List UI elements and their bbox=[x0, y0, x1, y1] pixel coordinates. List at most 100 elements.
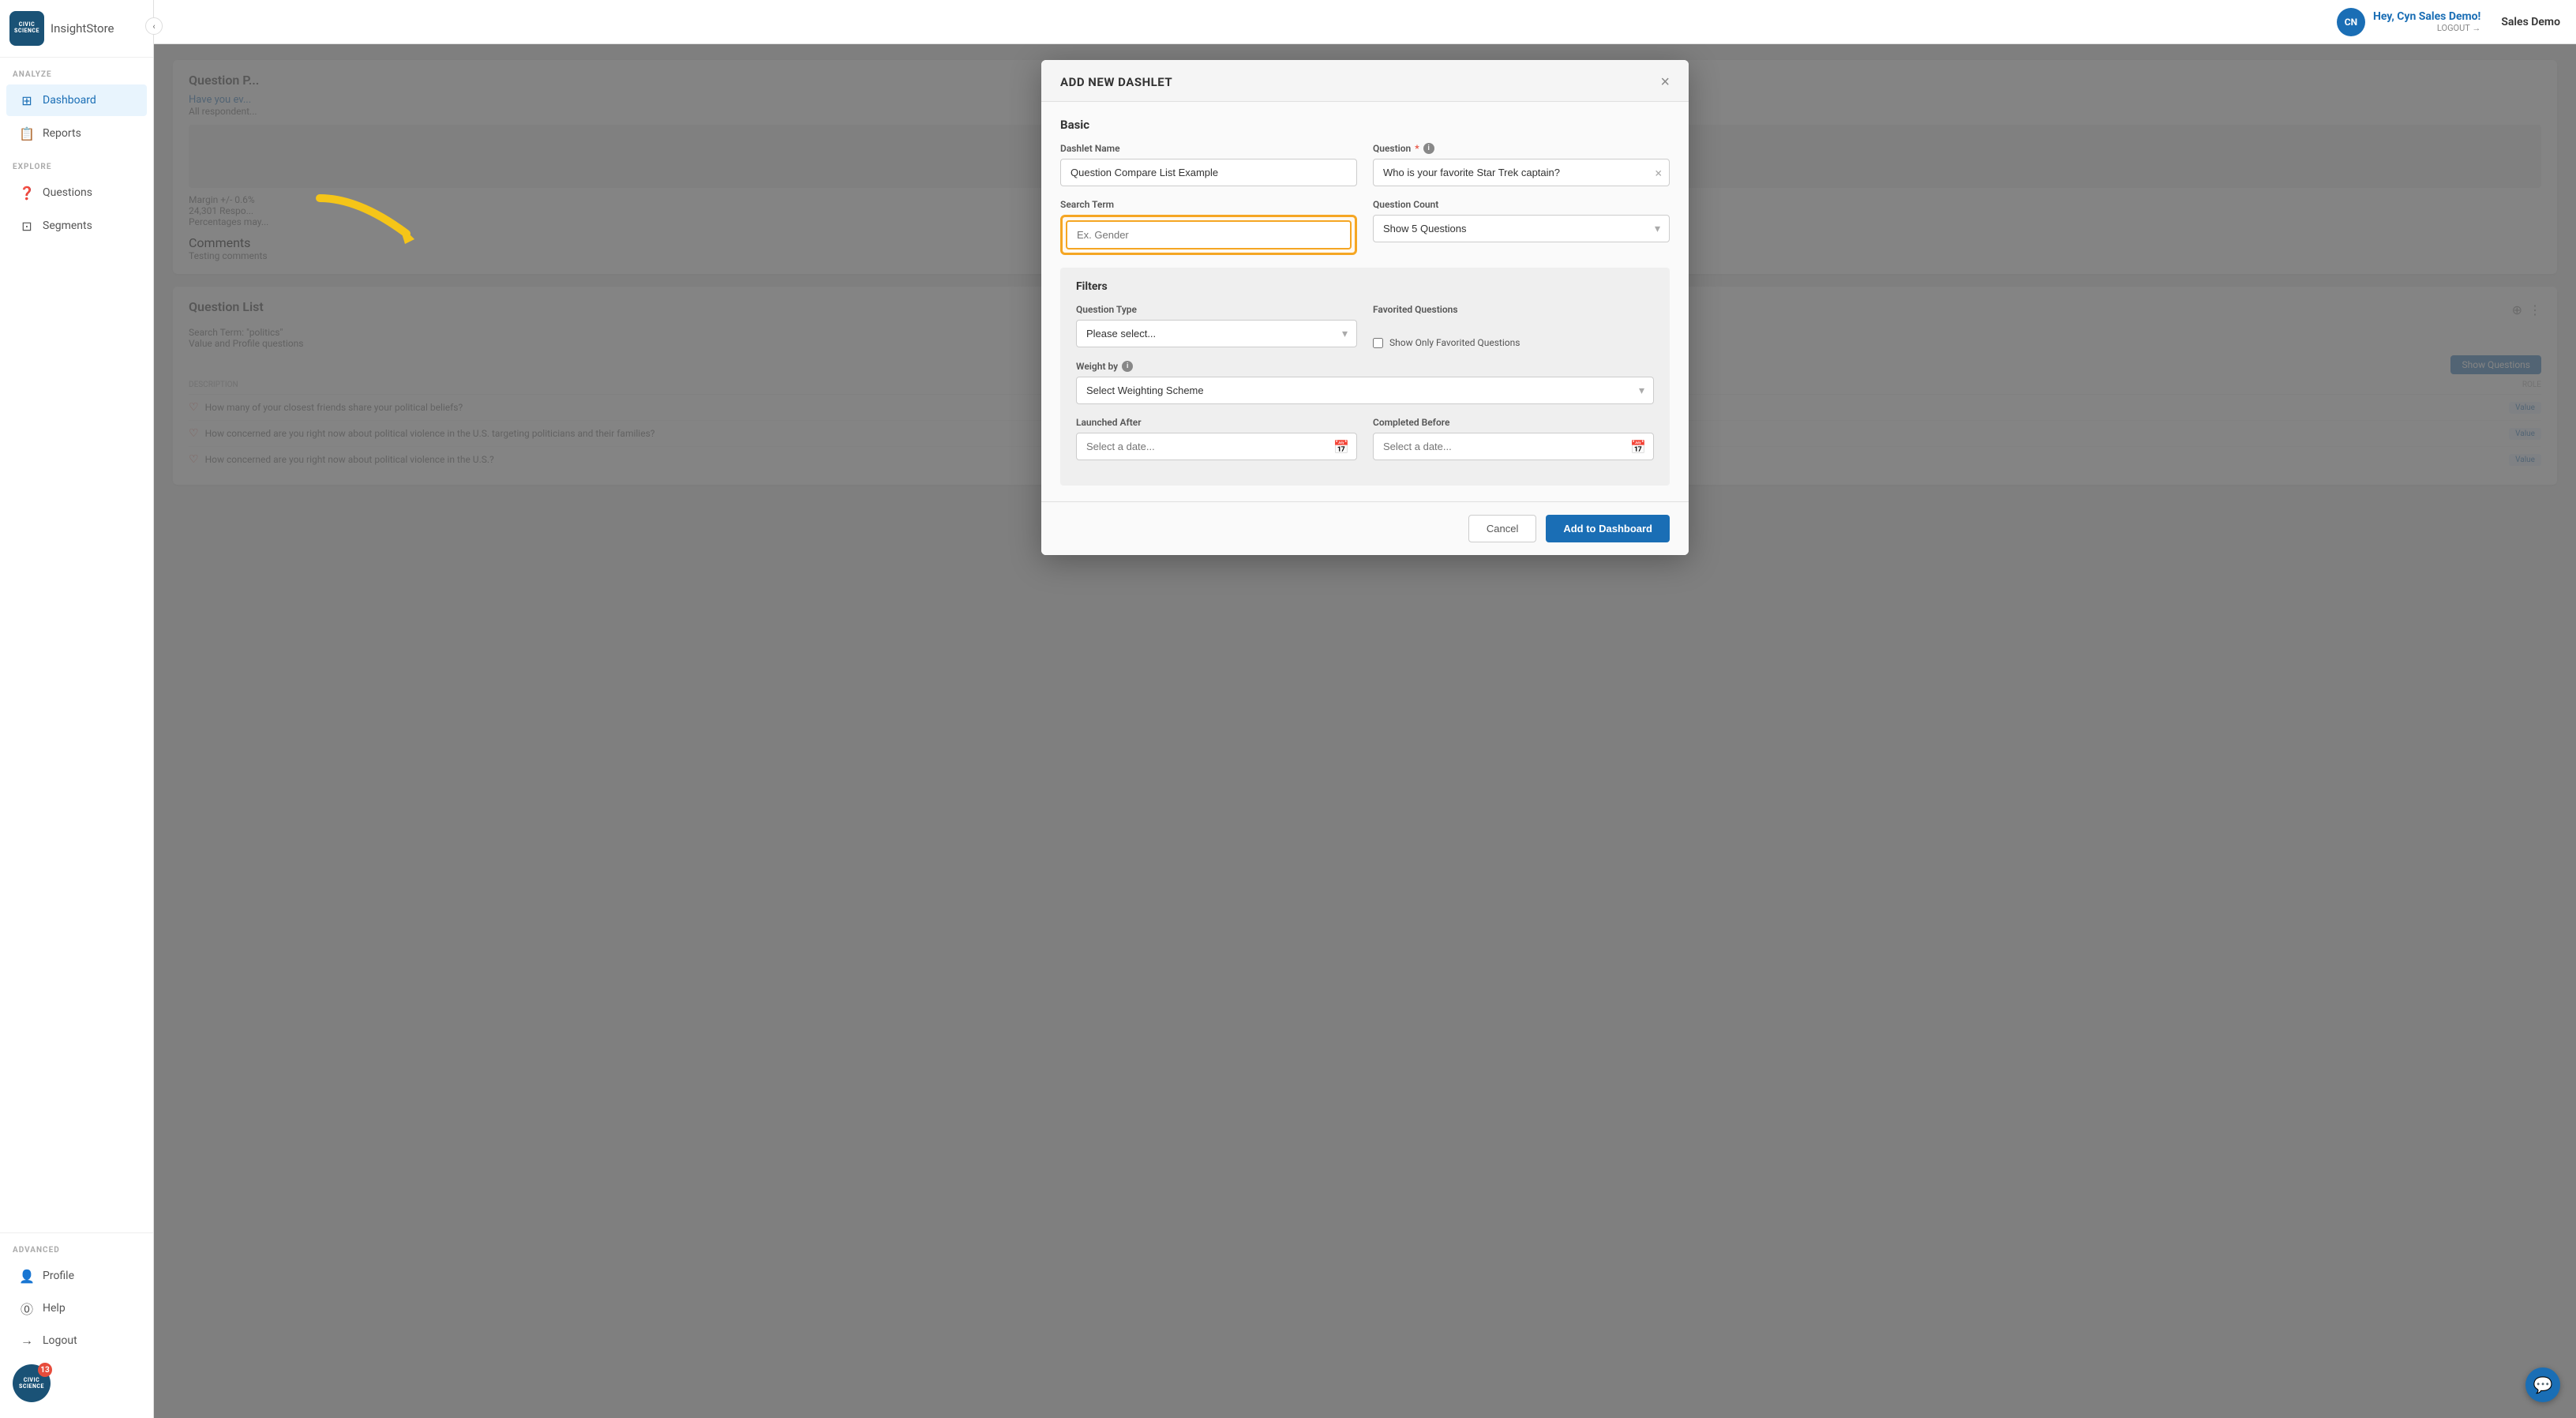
user-avatar: CN bbox=[2337, 8, 2365, 36]
question-group: Question * i × bbox=[1373, 143, 1670, 186]
profile-icon: 👤 bbox=[19, 1268, 35, 1284]
sidebar-logo: CIVICSCIENCE InsightStore ‹ bbox=[0, 0, 153, 58]
weight-by-select[interactable]: Select Weighting Scheme bbox=[1076, 377, 1654, 404]
filters-label: Filters bbox=[1076, 280, 1654, 293]
favorited-checkbox-label: Show Only Favorited Questions bbox=[1389, 337, 1520, 348]
sidebar-item-logout[interactable]: → Logout bbox=[6, 1325, 147, 1356]
launched-after-group: Launched After 📅 bbox=[1076, 417, 1357, 460]
modal-title: ADD NEW DASHLET bbox=[1060, 75, 1172, 89]
modal-close-button[interactable]: × bbox=[1660, 74, 1670, 90]
weight-by-label: Weight by i bbox=[1076, 361, 1654, 372]
sidebar-item-help[interactable]: ⓪ Help bbox=[6, 1292, 147, 1324]
sidebar-collapse-button[interactable]: ‹ bbox=[145, 17, 163, 35]
question-count-label: Question Count bbox=[1373, 199, 1670, 210]
help-icon: ⓪ bbox=[19, 1300, 35, 1316]
filters-row-3: Launched After 📅 Completed Before bbox=[1076, 417, 1654, 460]
favorited-label: Favorited Questions bbox=[1373, 304, 1654, 315]
completed-before-label: Completed Before bbox=[1373, 417, 1654, 428]
favorited-checkbox-group: Show Only Favorited Questions bbox=[1373, 337, 1654, 348]
modal-header: ADD NEW DASHLET × bbox=[1041, 60, 1689, 102]
form-row-2: Search Term Question Count Show 5 Questi… bbox=[1060, 199, 1670, 255]
question-count-select-wrapper: Show 5 Questions Show 10 Questions Show … bbox=[1373, 215, 1670, 242]
topbar-user: CN Hey, Cyn Sales Demo! LOGOUT → Sales D… bbox=[2337, 8, 2560, 36]
explore-section-label: EXPLORE bbox=[0, 150, 153, 176]
sidebar-item-questions[interactable]: ❓ Questions bbox=[6, 177, 147, 208]
sidebar-item-dashboard[interactable]: ⊞ Dashboard bbox=[6, 84, 147, 116]
search-term-group: Search Term bbox=[1060, 199, 1357, 255]
sidebar-item-label: Dashboard bbox=[43, 94, 96, 107]
launched-after-input-wrapper: 📅 bbox=[1076, 433, 1357, 460]
question-input[interactable] bbox=[1373, 159, 1670, 186]
dashboard-icon: ⊞ bbox=[19, 92, 35, 108]
question-input-wrapper: × bbox=[1373, 159, 1670, 186]
add-to-dashboard-button[interactable]: Add to Dashboard bbox=[1546, 515, 1670, 542]
page-background: Question P... Have you ev... All respond… bbox=[154, 44, 2576, 1418]
filters-section: Filters Question Type Please select... ▾ bbox=[1060, 268, 1670, 486]
search-term-input[interactable] bbox=[1066, 220, 1352, 249]
sidebar-item-segments[interactable]: ⊡ Segments bbox=[6, 210, 147, 242]
sidebar-item-label: Logout bbox=[43, 1334, 77, 1347]
completed-before-group: Completed Before 📅 bbox=[1373, 417, 1654, 460]
brand-name: InsightStore bbox=[51, 21, 114, 36]
weight-info-icon: i bbox=[1122, 361, 1133, 372]
civic-logo: CIVICSCIENCE bbox=[9, 11, 44, 46]
question-type-group: Question Type Please select... ▾ bbox=[1076, 304, 1357, 348]
question-type-label: Question Type bbox=[1076, 304, 1357, 315]
question-label: Question * i bbox=[1373, 143, 1670, 154]
sidebar-item-label: Help bbox=[43, 1302, 66, 1315]
info-icon: i bbox=[1423, 143, 1434, 154]
dashlet-name-input[interactable] bbox=[1060, 159, 1357, 186]
favorited-checkbox[interactable] bbox=[1373, 338, 1383, 348]
launched-after-label: Launched After bbox=[1076, 417, 1357, 428]
segments-icon: ⊡ bbox=[19, 218, 35, 234]
org-name: Sales Demo bbox=[2501, 16, 2560, 28]
basic-section-label: Basic bbox=[1060, 118, 1670, 132]
weight-by-group: Weight by i Select Weighting Scheme ▾ bbox=[1076, 361, 1654, 404]
weight-by-select-wrapper: Select Weighting Scheme ▾ bbox=[1076, 377, 1654, 404]
arrow-annotation bbox=[312, 190, 486, 264]
dashlet-name-label: Dashlet Name bbox=[1060, 143, 1357, 154]
question-type-select-wrapper: Please select... ▾ bbox=[1076, 320, 1357, 347]
favorited-group: Favorited Questions Show Only Favorited … bbox=[1373, 304, 1654, 348]
civic-badge[interactable]: CIVICSCIENCE 13 bbox=[13, 1364, 51, 1402]
logout-link[interactable]: LOGOUT → bbox=[2373, 23, 2480, 33]
cancel-button[interactable]: Cancel bbox=[1468, 515, 1536, 542]
annotation-arrow bbox=[312, 190, 486, 261]
filters-row-2: Weight by i Select Weighting Scheme ▾ bbox=[1076, 361, 1654, 404]
user-info: Hey, Cyn Sales Demo! LOGOUT → bbox=[2373, 10, 2480, 33]
sidebar: CIVICSCIENCE InsightStore ‹ ANALYZE ⊞ Da… bbox=[0, 0, 154, 1418]
completed-before-calendar-icon[interactable]: 📅 bbox=[1630, 439, 1646, 454]
search-term-label: Search Term bbox=[1060, 199, 1357, 210]
main-content: CN Hey, Cyn Sales Demo! LOGOUT → Sales D… bbox=[154, 0, 2576, 1418]
reports-icon: 📋 bbox=[19, 126, 35, 141]
advanced-section-label: ADVANCED bbox=[0, 1233, 153, 1259]
question-clear-button[interactable]: × bbox=[1655, 165, 1662, 180]
badge-count: 13 bbox=[38, 1363, 52, 1377]
questions-icon: ❓ bbox=[19, 185, 35, 201]
completed-before-input-wrapper: 📅 bbox=[1373, 433, 1654, 460]
logout-icon: → bbox=[19, 1333, 35, 1349]
completed-before-input[interactable] bbox=[1373, 433, 1654, 460]
civic-badge-logo: CIVICSCIENCE bbox=[19, 1377, 44, 1390]
sidebar-item-reports[interactable]: 📋 Reports bbox=[6, 118, 147, 149]
modal-overlay: ADD NEW DASHLET × Basic Dashlet Name bbox=[154, 44, 2576, 1418]
chat-icon[interactable]: 💬 bbox=[2525, 1367, 2560, 1402]
question-count-group: Question Count Show 5 Questions Show 10 … bbox=[1373, 199, 1670, 255]
search-term-highlight bbox=[1060, 215, 1357, 255]
civic-logo-text: CIVICSCIENCE bbox=[14, 22, 39, 34]
sidebar-item-label: Questions bbox=[43, 186, 92, 199]
sidebar-item-label: Reports bbox=[43, 127, 81, 140]
modal-body: Basic Dashlet Name Question * i bbox=[1041, 102, 1689, 501]
sidebar-item-profile[interactable]: 👤 Profile bbox=[6, 1260, 147, 1292]
modal-footer: Cancel Add to Dashboard bbox=[1041, 501, 1689, 555]
launched-after-input[interactable] bbox=[1076, 433, 1357, 460]
question-type-select[interactable]: Please select... bbox=[1076, 320, 1357, 347]
topbar: CN Hey, Cyn Sales Demo! LOGOUT → Sales D… bbox=[154, 0, 2576, 44]
sidebar-item-label: Profile bbox=[43, 1270, 74, 1282]
sidebar-item-label: Segments bbox=[43, 219, 92, 232]
question-count-select[interactable]: Show 5 Questions Show 10 Questions Show … bbox=[1373, 215, 1670, 242]
add-dashlet-modal: ADD NEW DASHLET × Basic Dashlet Name bbox=[1041, 60, 1689, 555]
user-name: Hey, Cyn Sales Demo! bbox=[2373, 10, 2480, 23]
launched-after-calendar-icon[interactable]: 📅 bbox=[1333, 439, 1349, 454]
sidebar-bottom: ADVANCED 👤 Profile ⓪ Help → Logout CIVIC… bbox=[0, 1232, 153, 1418]
